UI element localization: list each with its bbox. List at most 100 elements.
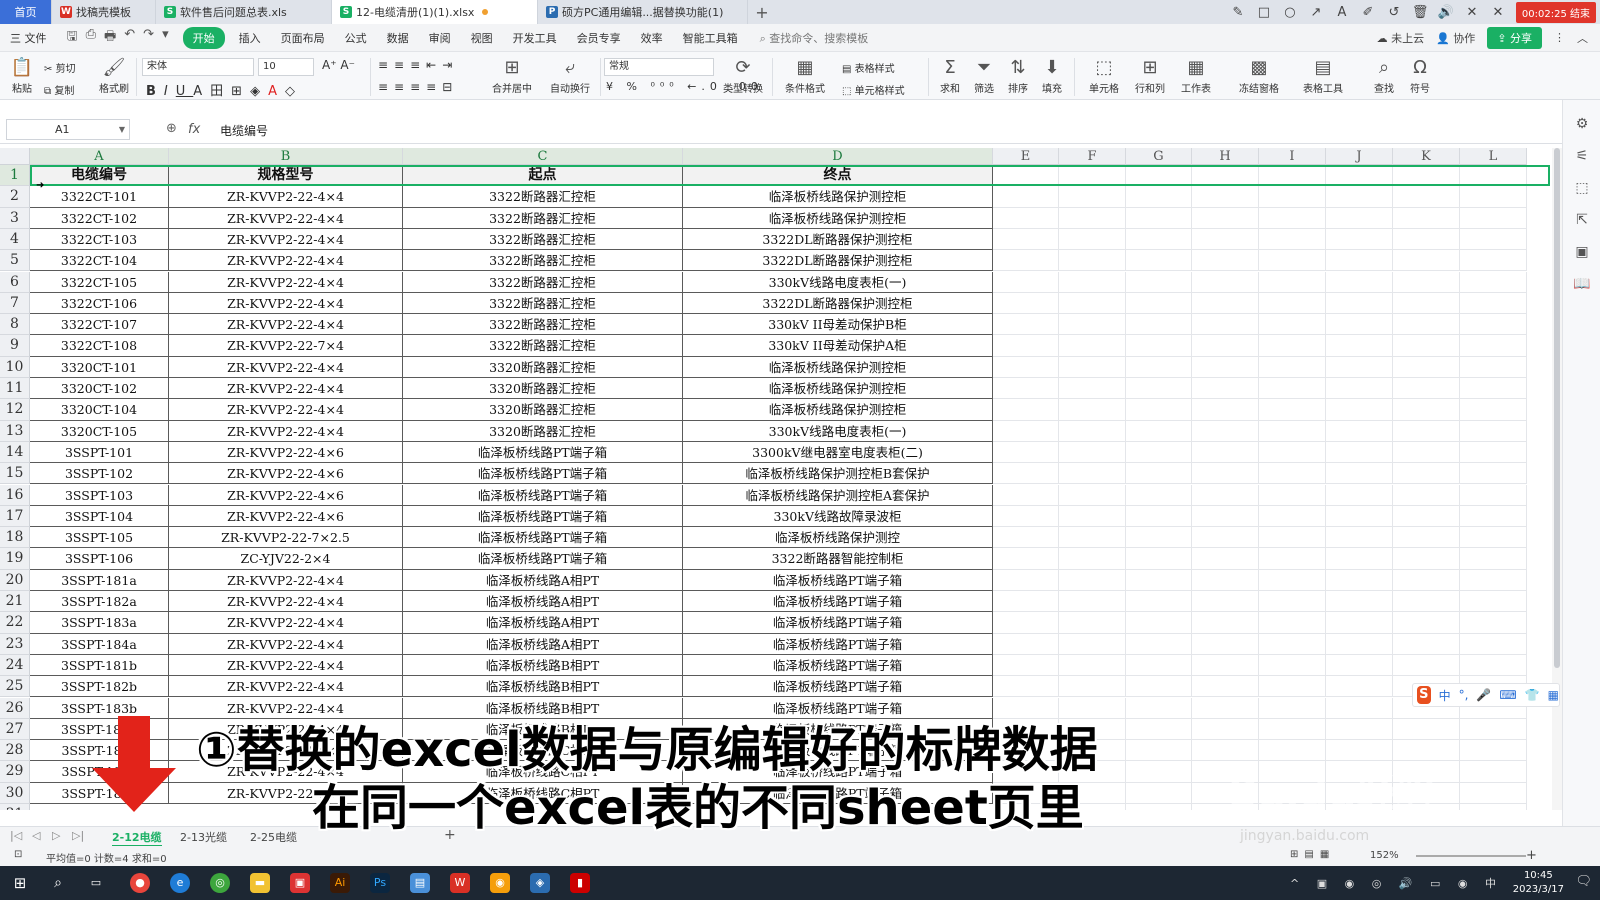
table-cell[interactable]: 临泽板桥线路A相PT (403, 612, 683, 634)
row-header[interactable]: 21 (0, 591, 30, 613)
empty-cell[interactable] (1393, 654, 1460, 677)
table-cell[interactable]: 临泽板桥线路A相PT (403, 633, 683, 655)
table-cell[interactable]: 临泽板桥线路A相PT (403, 591, 683, 613)
empty-cell[interactable] (1192, 271, 1259, 293)
empty-cell[interactable] (1460, 207, 1527, 229)
empty-cell[interactable] (1326, 697, 1393, 719)
empty-cell[interactable] (1192, 718, 1259, 741)
table-cell[interactable]: 330kV线路故障录波柜 (683, 505, 993, 528)
table-cell[interactable]: 临泽板桥线路保护测控柜 (683, 207, 993, 229)
empty-cell[interactable] (993, 420, 1059, 442)
empty-cell[interactable] (993, 612, 1059, 634)
empty-cell[interactable] (1126, 207, 1192, 229)
table-cell[interactable]: 3322断路器汇控柜 (403, 271, 683, 293)
cut-button[interactable]: ✂ 剪切 (44, 60, 76, 75)
wps-icon[interactable]: W (450, 873, 470, 893)
empty-cell[interactable] (1059, 420, 1126, 442)
empty-cell[interactable] (1326, 548, 1393, 570)
chevron-down-icon[interactable]: ▾ (162, 27, 169, 49)
empty-cell[interactable] (1393, 356, 1460, 378)
empty-cell[interactable] (1126, 335, 1192, 357)
table-cell[interactable]: 330kV线路电度表柜(一) (683, 271, 993, 293)
table-cell[interactable]: ZR-KVVP2-22-4×4 (169, 250, 403, 272)
empty-cell[interactable] (993, 335, 1059, 357)
align-horizontal-buttons[interactable]: ≡≡≡≡⊟ (378, 80, 458, 94)
empty-cell[interactable] (1326, 314, 1393, 336)
share-button[interactable]: ⇪ 分享 (1487, 26, 1542, 49)
row-col-button[interactable]: ⊞ 行和列 (1130, 56, 1170, 95)
row-header[interactable]: 3 (0, 207, 30, 229)
next-sheet-icon[interactable]: ▷ (52, 829, 60, 842)
row-header[interactable]: 20 (0, 569, 30, 591)
sort-button[interactable]: ⇅ 排序 (1002, 56, 1034, 95)
table-cell[interactable]: 3320CT-102 (30, 378, 169, 400)
empty-cell[interactable] (1192, 314, 1259, 336)
empty-cell[interactable] (1259, 740, 1326, 762)
empty-cell[interactable] (1460, 505, 1527, 528)
table-cell[interactable]: 临泽板桥线路PT端子箱 (403, 527, 683, 549)
table-cell[interactable]: 3322DL断路器保护测控柜 (683, 228, 993, 251)
ribbon-tab[interactable]: 审阅 (419, 30, 461, 46)
table-cell[interactable]: 临泽板桥线路B相PT (403, 654, 683, 677)
empty-cell[interactable] (1326, 612, 1393, 634)
circle-icon[interactable]: ○ (1282, 5, 1298, 20)
conditional-format-button[interactable]: ▦ 条件格式 (780, 56, 830, 95)
empty-cell[interactable] (993, 186, 1059, 208)
table-cell[interactable]: 3SSPT-106 (30, 548, 169, 570)
table-cell[interactable]: 3SSPT-105 (30, 527, 169, 549)
row-header[interactable]: 7 (0, 292, 30, 315)
empty-cell[interactable] (1192, 292, 1259, 315)
empty-cell[interactable] (1259, 441, 1326, 464)
cloud-status[interactable]: ☁ 未上云 (1377, 30, 1425, 46)
empty-cell[interactable] (1126, 612, 1192, 634)
empty-cell[interactable] (1460, 399, 1527, 421)
empty-cell[interactable] (1460, 718, 1527, 741)
empty-cell[interactable] (1326, 633, 1393, 655)
empty-cell[interactable] (1393, 420, 1460, 442)
empty-cell[interactable] (1126, 718, 1192, 741)
speaker-icon[interactable]: 🔊 (1438, 5, 1454, 20)
arrow-icon[interactable]: ↗ (1308, 5, 1324, 20)
edge-icon[interactable]: e (170, 873, 190, 893)
empty-cell[interactable] (1393, 186, 1460, 208)
empty-cell[interactable] (1393, 527, 1460, 549)
book-icon[interactable]: 📖 (1563, 276, 1600, 292)
zoom-in-icon[interactable]: + (1526, 848, 1537, 863)
ribbon-tab[interactable]: 公式 (335, 30, 377, 46)
empty-cell[interactable] (1259, 463, 1326, 485)
illustrator-icon[interactable]: Ai (330, 873, 350, 893)
punctuation-icon[interactable]: °, (1459, 688, 1469, 702)
empty-cell[interactable] (1326, 420, 1393, 442)
empty-cell[interactable] (1393, 314, 1460, 336)
table-cell[interactable]: 临泽板桥线路A相PT (403, 569, 683, 591)
empty-cell[interactable] (1326, 484, 1393, 506)
freeze-panes-button[interactable]: ▩ 冻结窗格 (1234, 56, 1284, 95)
empty-cell[interactable] (1326, 676, 1393, 698)
empty-cell[interactable] (1126, 548, 1192, 570)
table-cell[interactable]: 临泽板桥线路保护测控柜A套保护 (683, 484, 993, 506)
task-view-icon[interactable]: ▭ (86, 873, 106, 893)
zoom-formula-icon[interactable]: ⊕ (166, 121, 177, 136)
empty-cell[interactable] (1393, 548, 1460, 570)
table-cell[interactable]: ZR-KVVP2-22-4×4 (169, 186, 403, 208)
empty-cell[interactable] (1059, 335, 1126, 357)
table-cell[interactable]: 临泽板桥线路PT端子箱 (683, 569, 993, 591)
empty-cell[interactable] (1126, 676, 1192, 698)
empty-cell[interactable] (1460, 356, 1527, 378)
empty-cell[interactable] (1192, 356, 1259, 378)
merge-center-button[interactable]: ⊞ 合并居中 (486, 56, 538, 95)
paste-button[interactable]: 📋 粘贴 (6, 56, 38, 95)
empty-cell[interactable] (1259, 527, 1326, 549)
menu-grid-icon[interactable]: ▦ (1548, 688, 1559, 702)
empty-cell[interactable] (1259, 569, 1326, 591)
close-icon[interactable]: ✕ (1490, 5, 1506, 20)
empty-cell[interactable] (1126, 463, 1192, 485)
ribbon-tab[interactable]: 开始 (182, 26, 225, 49)
empty-cell[interactable] (1126, 484, 1192, 506)
empty-cell[interactable] (1259, 612, 1326, 634)
select-icon[interactable]: ⇱ (1563, 212, 1600, 228)
empty-cell[interactable] (993, 591, 1059, 613)
empty-cell[interactable] (1059, 186, 1126, 208)
column-header[interactable]: G (1126, 148, 1192, 165)
browser-icon[interactable]: ◎ (210, 873, 230, 893)
